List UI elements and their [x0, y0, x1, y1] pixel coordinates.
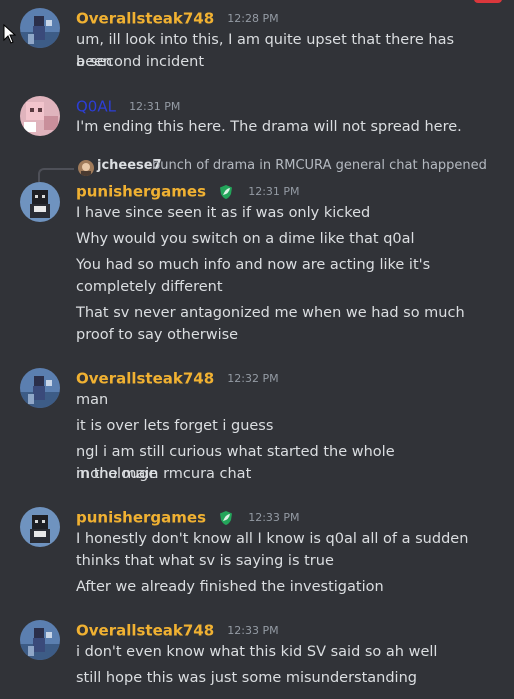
avatar[interactable]	[20, 8, 60, 48]
avatar[interactable]	[20, 620, 60, 660]
message-text: That sv never antagonized me when we had…	[76, 305, 465, 321]
message-text: After we already finished the investigat…	[76, 579, 384, 595]
shield-leaf-icon[interactable]	[217, 183, 235, 201]
message-text: man	[76, 392, 109, 408]
username[interactable]: punishergames	[76, 183, 206, 201]
message-text: I have since seen it as if was only kick…	[76, 205, 371, 221]
reply-avatar[interactable]	[78, 160, 94, 176]
reply-preview-text[interactable]: bunch of drama in RMCURA general chat ha…	[152, 158, 487, 173]
notification-indicator	[474, 0, 502, 3]
username[interactable]: Overallsteak748	[76, 622, 214, 640]
message-text: still hope this was just some misunderst…	[76, 670, 417, 686]
avatar[interactable]	[20, 507, 60, 547]
message-text: thinks that what sv is saying is true	[76, 553, 334, 569]
timestamp: 12:28 PM	[227, 12, 279, 25]
message-text: a second incident	[76, 54, 205, 70]
shield-leaf-icon[interactable]	[217, 509, 235, 527]
avatar[interactable]	[20, 96, 60, 136]
mouse-cursor-icon	[3, 24, 17, 44]
reply-spine	[38, 168, 74, 182]
username[interactable]: punishergames	[76, 509, 206, 527]
avatar[interactable]	[20, 182, 60, 222]
timestamp: 12:32 PM	[227, 372, 279, 385]
timestamp: 12:31 PM	[129, 100, 181, 113]
message-text: I'm ending this here. The drama will not…	[76, 119, 462, 135]
username[interactable]: Overallsteak748	[76, 370, 214, 388]
message-text: i don't even know what this kid SV said …	[76, 644, 438, 660]
avatar[interactable]	[20, 368, 60, 408]
timestamp: 12:33 PM	[248, 511, 300, 524]
username[interactable]: Q0AL	[76, 98, 116, 116]
username[interactable]: Overallsteak748	[76, 10, 214, 28]
message-text: it is over lets forget i guess	[76, 418, 274, 434]
timestamp: 12:33 PM	[227, 624, 279, 637]
message-text: I honestly don't know all I know is q0al…	[76, 531, 469, 547]
message-text: Why would you switch on a dime like that…	[76, 231, 415, 247]
message-text: proof to say otherwise	[76, 327, 239, 343]
message-text: You had so much info and now are acting …	[76, 257, 431, 273]
message-text: completely different	[76, 279, 223, 295]
timestamp: 12:31 PM	[248, 185, 300, 198]
message-text: in the main rmcura chat	[76, 466, 252, 482]
